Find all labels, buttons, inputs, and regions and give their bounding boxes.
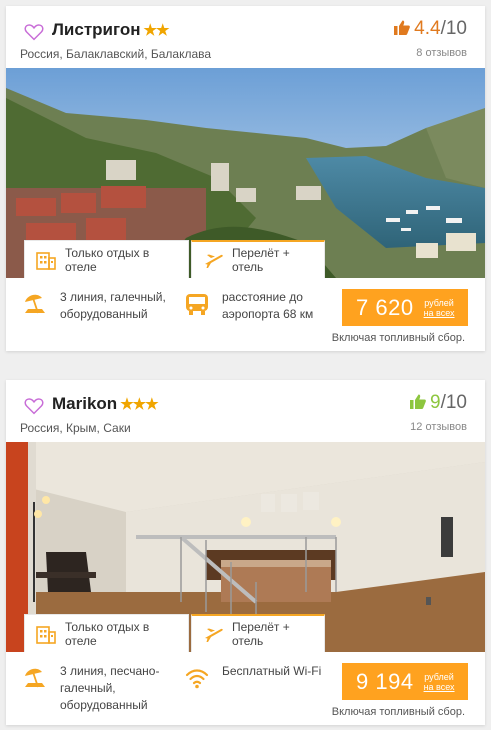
price-unit-per: на всех: [423, 681, 455, 692]
tab-hotel-only-label: Только отдых в отеле: [65, 619, 150, 648]
building-icon: [36, 625, 56, 644]
hotel-header: Листригон ★★ Россия, Балаклавский, Балакл…: [6, 6, 485, 68]
reviews-count[interactable]: 12 отзывов: [410, 421, 467, 433]
hotel-header: Marikon ★★★ Россия, Крым, Саки 9/10 12 от…: [6, 380, 485, 442]
tab-flight-hotel[interactable]: Перелёт + отель: [191, 240, 325, 278]
beach-info: 3 линия, песчано-галечный, оборудованный: [22, 663, 160, 714]
tab-flight-hotel-label: Перелёт + отель: [232, 620, 290, 648]
hotel-card[interactable]: Marikon ★★★ Россия, Крым, Саки 9/10 12 от…: [6, 380, 485, 725]
hotel-location: Россия, Балаклавский, Балаклава: [20, 47, 212, 61]
bus-icon: [186, 294, 208, 315]
price-unit: рублей на всех: [424, 672, 455, 692]
beach-info-text: 3 линия, песчано-галечный, оборудованный: [60, 664, 160, 712]
building-icon: [36, 251, 56, 270]
hotel-name[interactable]: Листригон ★★: [52, 20, 170, 40]
price-button[interactable]: 9 194 рублей на всех: [342, 663, 468, 700]
price-unit: рублей на всех: [424, 298, 455, 318]
airplane-icon: [205, 628, 223, 642]
wifi-info-text: Бесплатный Wi-Fi: [222, 664, 322, 678]
price-unit-currency: рублей: [424, 297, 454, 308]
tab-hotel-only-label: Только отдых в отеле: [65, 245, 150, 274]
wifi-icon: [185, 669, 209, 689]
hotel-rating: 9/10: [410, 392, 467, 414]
rating-max: /10: [440, 392, 467, 413]
airplane-icon: [205, 254, 223, 268]
offer-tabs: Только отдых в отеле Перелёт + отель: [24, 614, 325, 652]
fuel-note: Включая топливный сбор.: [331, 332, 465, 344]
wifi-info: Бесплатный Wi-Fi: [184, 663, 342, 691]
fuel-note: Включая топливный сбор.: [331, 706, 465, 718]
tab-hotel-only[interactable]: Только отдых в отеле: [24, 240, 189, 278]
hotel-location: Россия, Крым, Саки: [20, 421, 131, 435]
beach-umbrella-icon: [25, 294, 45, 314]
heart-icon[interactable]: [24, 23, 44, 41]
price-value: 9 194: [356, 668, 414, 694]
price-value: 7 620: [356, 294, 414, 320]
hotel-stars: ★★★: [120, 396, 158, 413]
thumbs-up-icon: [394, 20, 411, 35]
tab-flight-hotel-label: Перелёт + отель: [232, 246, 290, 274]
price-unit-per: на всех: [423, 307, 455, 318]
rating-value: 9: [430, 392, 441, 413]
hotel-card[interactable]: Листригон ★★ Россия, Балаклавский, Балакл…: [6, 6, 485, 351]
price-unit-currency: рублей: [424, 671, 454, 682]
airport-distance-text: расстояние до аэропорта 68 км: [222, 290, 314, 321]
heart-icon[interactable]: [24, 397, 44, 415]
hotel-rating: 4.4/10: [394, 18, 467, 40]
price-button[interactable]: 7 620 рублей на всех: [342, 289, 468, 326]
tab-hotel-only[interactable]: Только отдых в отеле: [24, 614, 189, 652]
hotel-name[interactable]: Marikon ★★★: [52, 394, 159, 414]
rating-value: 4.4: [414, 18, 441, 39]
hotel-name-text[interactable]: Marikon: [52, 394, 117, 413]
hotel-name-text[interactable]: Листригон: [52, 20, 141, 39]
beach-umbrella-icon: [25, 668, 45, 688]
reviews-count[interactable]: 8 отзывов: [416, 47, 467, 59]
beach-info: 3 линия, галечный, оборудованный: [22, 289, 170, 323]
tab-flight-hotel[interactable]: Перелёт + отель: [191, 614, 325, 652]
hotel-stars: ★★: [143, 22, 170, 39]
offer-tabs: Только отдых в отеле Перелёт + отель: [24, 240, 325, 278]
rating-max: /10: [440, 18, 467, 39]
thumbs-up-icon: [410, 394, 426, 409]
beach-info-text: 3 линия, галечный, оборудованный: [60, 290, 166, 321]
airport-distance: расстояние до аэропорта 68 км: [184, 289, 342, 323]
